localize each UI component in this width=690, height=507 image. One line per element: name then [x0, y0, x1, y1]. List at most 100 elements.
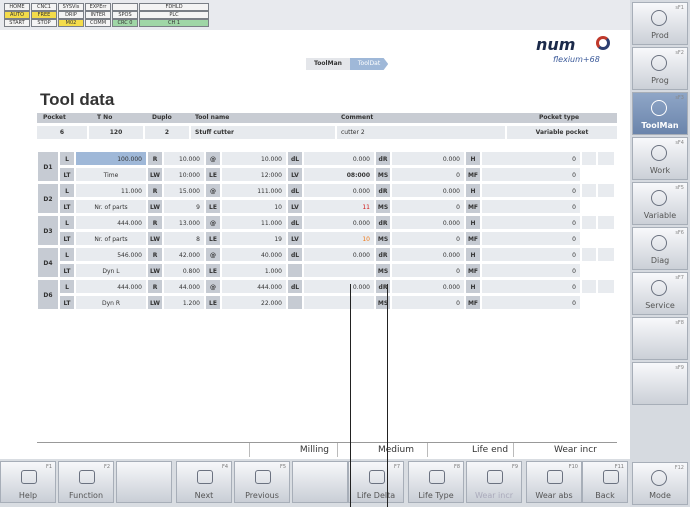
value-mf[interactable]: 0: [481, 231, 581, 246]
softkey-service[interactable]: Service sF7: [632, 272, 688, 315]
fkey-life-delta[interactable]: Life Delta F7: [348, 461, 404, 503]
value-dr[interactable]: 0.000: [391, 151, 465, 166]
value-r[interactable]: 15.000: [163, 183, 205, 198]
value-at[interactable]: 10.000: [221, 151, 287, 166]
value-lw[interactable]: 9: [163, 199, 205, 214]
value-h[interactable]: 0: [481, 151, 581, 166]
value-dr[interactable]: 0.000: [391, 183, 465, 198]
value-lv[interactable]: 11: [303, 199, 375, 214]
value-le[interactable]: 10: [221, 199, 287, 214]
value-r[interactable]: 10.000: [163, 151, 205, 166]
fkey-wear-abs[interactable]: Wear abs F10: [526, 461, 582, 503]
value-dr[interactable]: 0.000: [391, 247, 465, 262]
softkey-prod[interactable]: Prod sF1: [632, 2, 688, 45]
value-mf[interactable]: 0: [481, 167, 581, 182]
value-r[interactable]: 13.000: [163, 215, 205, 230]
tno-value[interactable]: 120: [89, 126, 143, 139]
extra-cell[interactable]: [597, 279, 615, 294]
value-lv[interactable]: [303, 295, 375, 310]
value-h[interactable]: 0: [481, 279, 581, 294]
value-l[interactable]: 100.000: [75, 151, 147, 166]
fkey-back[interactable]: Back F11: [582, 461, 628, 503]
breadcrumb-tooldat[interactable]: ToolDat: [349, 58, 389, 70]
softkey-mode[interactable]: Mode F12: [632, 462, 688, 505]
extra-cell[interactable]: [597, 215, 615, 230]
toolname-value[interactable]: Stuff cutter: [191, 126, 335, 139]
fkey-function[interactable]: Function F2: [58, 461, 114, 503]
value-le[interactable]: 1.000: [221, 263, 287, 278]
pockettype-value[interactable]: Variable pocket: [507, 126, 617, 139]
fkey-blank-2[interactable]: [116, 461, 172, 503]
fkey-wear-incr[interactable]: Wear incr F9: [466, 461, 522, 503]
value-dl[interactable]: 0.000: [303, 183, 375, 198]
extra-cell[interactable]: [581, 279, 597, 294]
value-dr[interactable]: 0.000: [391, 215, 465, 230]
fkey-life-type[interactable]: Life Type F8: [408, 461, 464, 503]
value-le[interactable]: 19: [221, 231, 287, 246]
duplo-value[interactable]: 2: [145, 126, 189, 139]
value-lt[interactable]: Dyn R: [75, 295, 147, 310]
value-r[interactable]: 44.000: [163, 279, 205, 294]
extra-cell[interactable]: [597, 151, 615, 166]
value-r[interactable]: 42.000: [163, 247, 205, 262]
value-l[interactable]: 444.000: [75, 279, 147, 294]
value-h[interactable]: 0: [481, 215, 581, 230]
value-dl[interactable]: 0.000: [303, 279, 375, 294]
value-mf[interactable]: 0: [481, 199, 581, 214]
value-l[interactable]: 546.000: [75, 247, 147, 262]
fkey-previous[interactable]: Previous F5: [234, 461, 290, 503]
value-lw[interactable]: 1.200: [163, 295, 205, 310]
value-ms[interactable]: 0: [391, 295, 465, 310]
extra-cell[interactable]: [597, 247, 615, 262]
value-dl[interactable]: 0.000: [303, 247, 375, 262]
value-mf[interactable]: 0: [481, 263, 581, 278]
value-lt[interactable]: Nr. of parts: [75, 231, 147, 246]
value-lv[interactable]: [303, 263, 375, 278]
value-h[interactable]: 0: [481, 247, 581, 262]
softkey-blank-7[interactable]: sF8: [632, 317, 688, 360]
value-dl[interactable]: 0.000: [303, 215, 375, 230]
value-mf[interactable]: 0: [481, 295, 581, 310]
value-lt[interactable]: Dyn L: [75, 263, 147, 278]
value-lw[interactable]: 10:000: [163, 167, 205, 182]
value-lt[interactable]: Nr. of parts: [75, 199, 147, 214]
value-ms[interactable]: 0: [391, 167, 465, 182]
value-le[interactable]: 22.000: [221, 295, 287, 310]
breadcrumb-toolman[interactable]: ToolMan: [306, 58, 350, 70]
value-lv[interactable]: 10: [303, 231, 375, 246]
value-l[interactable]: 11.000: [75, 183, 147, 198]
value-at[interactable]: 40.000: [221, 247, 287, 262]
softkey-toolman[interactable]: ToolMan sF3: [632, 92, 688, 135]
value-at[interactable]: 444.000: [221, 279, 287, 294]
softkey-work[interactable]: Work sF4: [632, 137, 688, 180]
softkey-blank-8[interactable]: sF9: [632, 362, 688, 405]
fkey-blank-5[interactable]: [292, 461, 348, 503]
value-lt[interactable]: Time: [75, 167, 147, 182]
value-ms[interactable]: 0: [391, 263, 465, 278]
fkey-next[interactable]: Next F4: [176, 461, 232, 503]
comment-value[interactable]: cutter 2: [337, 126, 505, 139]
extra-cell[interactable]: [581, 151, 597, 166]
extra-cell[interactable]: [581, 183, 597, 198]
value-dr[interactable]: 0.000: [391, 279, 465, 294]
value-ms[interactable]: 0: [391, 231, 465, 246]
fkey-number: F5: [279, 464, 286, 470]
softkey-diag[interactable]: Diag sF6: [632, 227, 688, 270]
value-at[interactable]: 11.000: [221, 215, 287, 230]
value-dl[interactable]: 0.000: [303, 151, 375, 166]
softkey-prog[interactable]: Prog sF2: [632, 47, 688, 90]
pocket-value[interactable]: 6: [37, 126, 87, 139]
value-lw[interactable]: 8: [163, 231, 205, 246]
softkey-variable[interactable]: Variable sF5: [632, 182, 688, 225]
extra-cell[interactable]: [581, 215, 597, 230]
value-at[interactable]: 111.000: [221, 183, 287, 198]
value-h[interactable]: 0: [481, 183, 581, 198]
value-le[interactable]: 12:000: [221, 167, 287, 182]
value-lv[interactable]: 08:000: [303, 167, 375, 182]
value-lw[interactable]: 0.800: [163, 263, 205, 278]
value-ms[interactable]: 0: [391, 199, 465, 214]
extra-cell[interactable]: [581, 247, 597, 262]
fkey-help[interactable]: Help F1: [0, 461, 56, 503]
extra-cell[interactable]: [597, 183, 615, 198]
value-l[interactable]: 444.000: [75, 215, 147, 230]
